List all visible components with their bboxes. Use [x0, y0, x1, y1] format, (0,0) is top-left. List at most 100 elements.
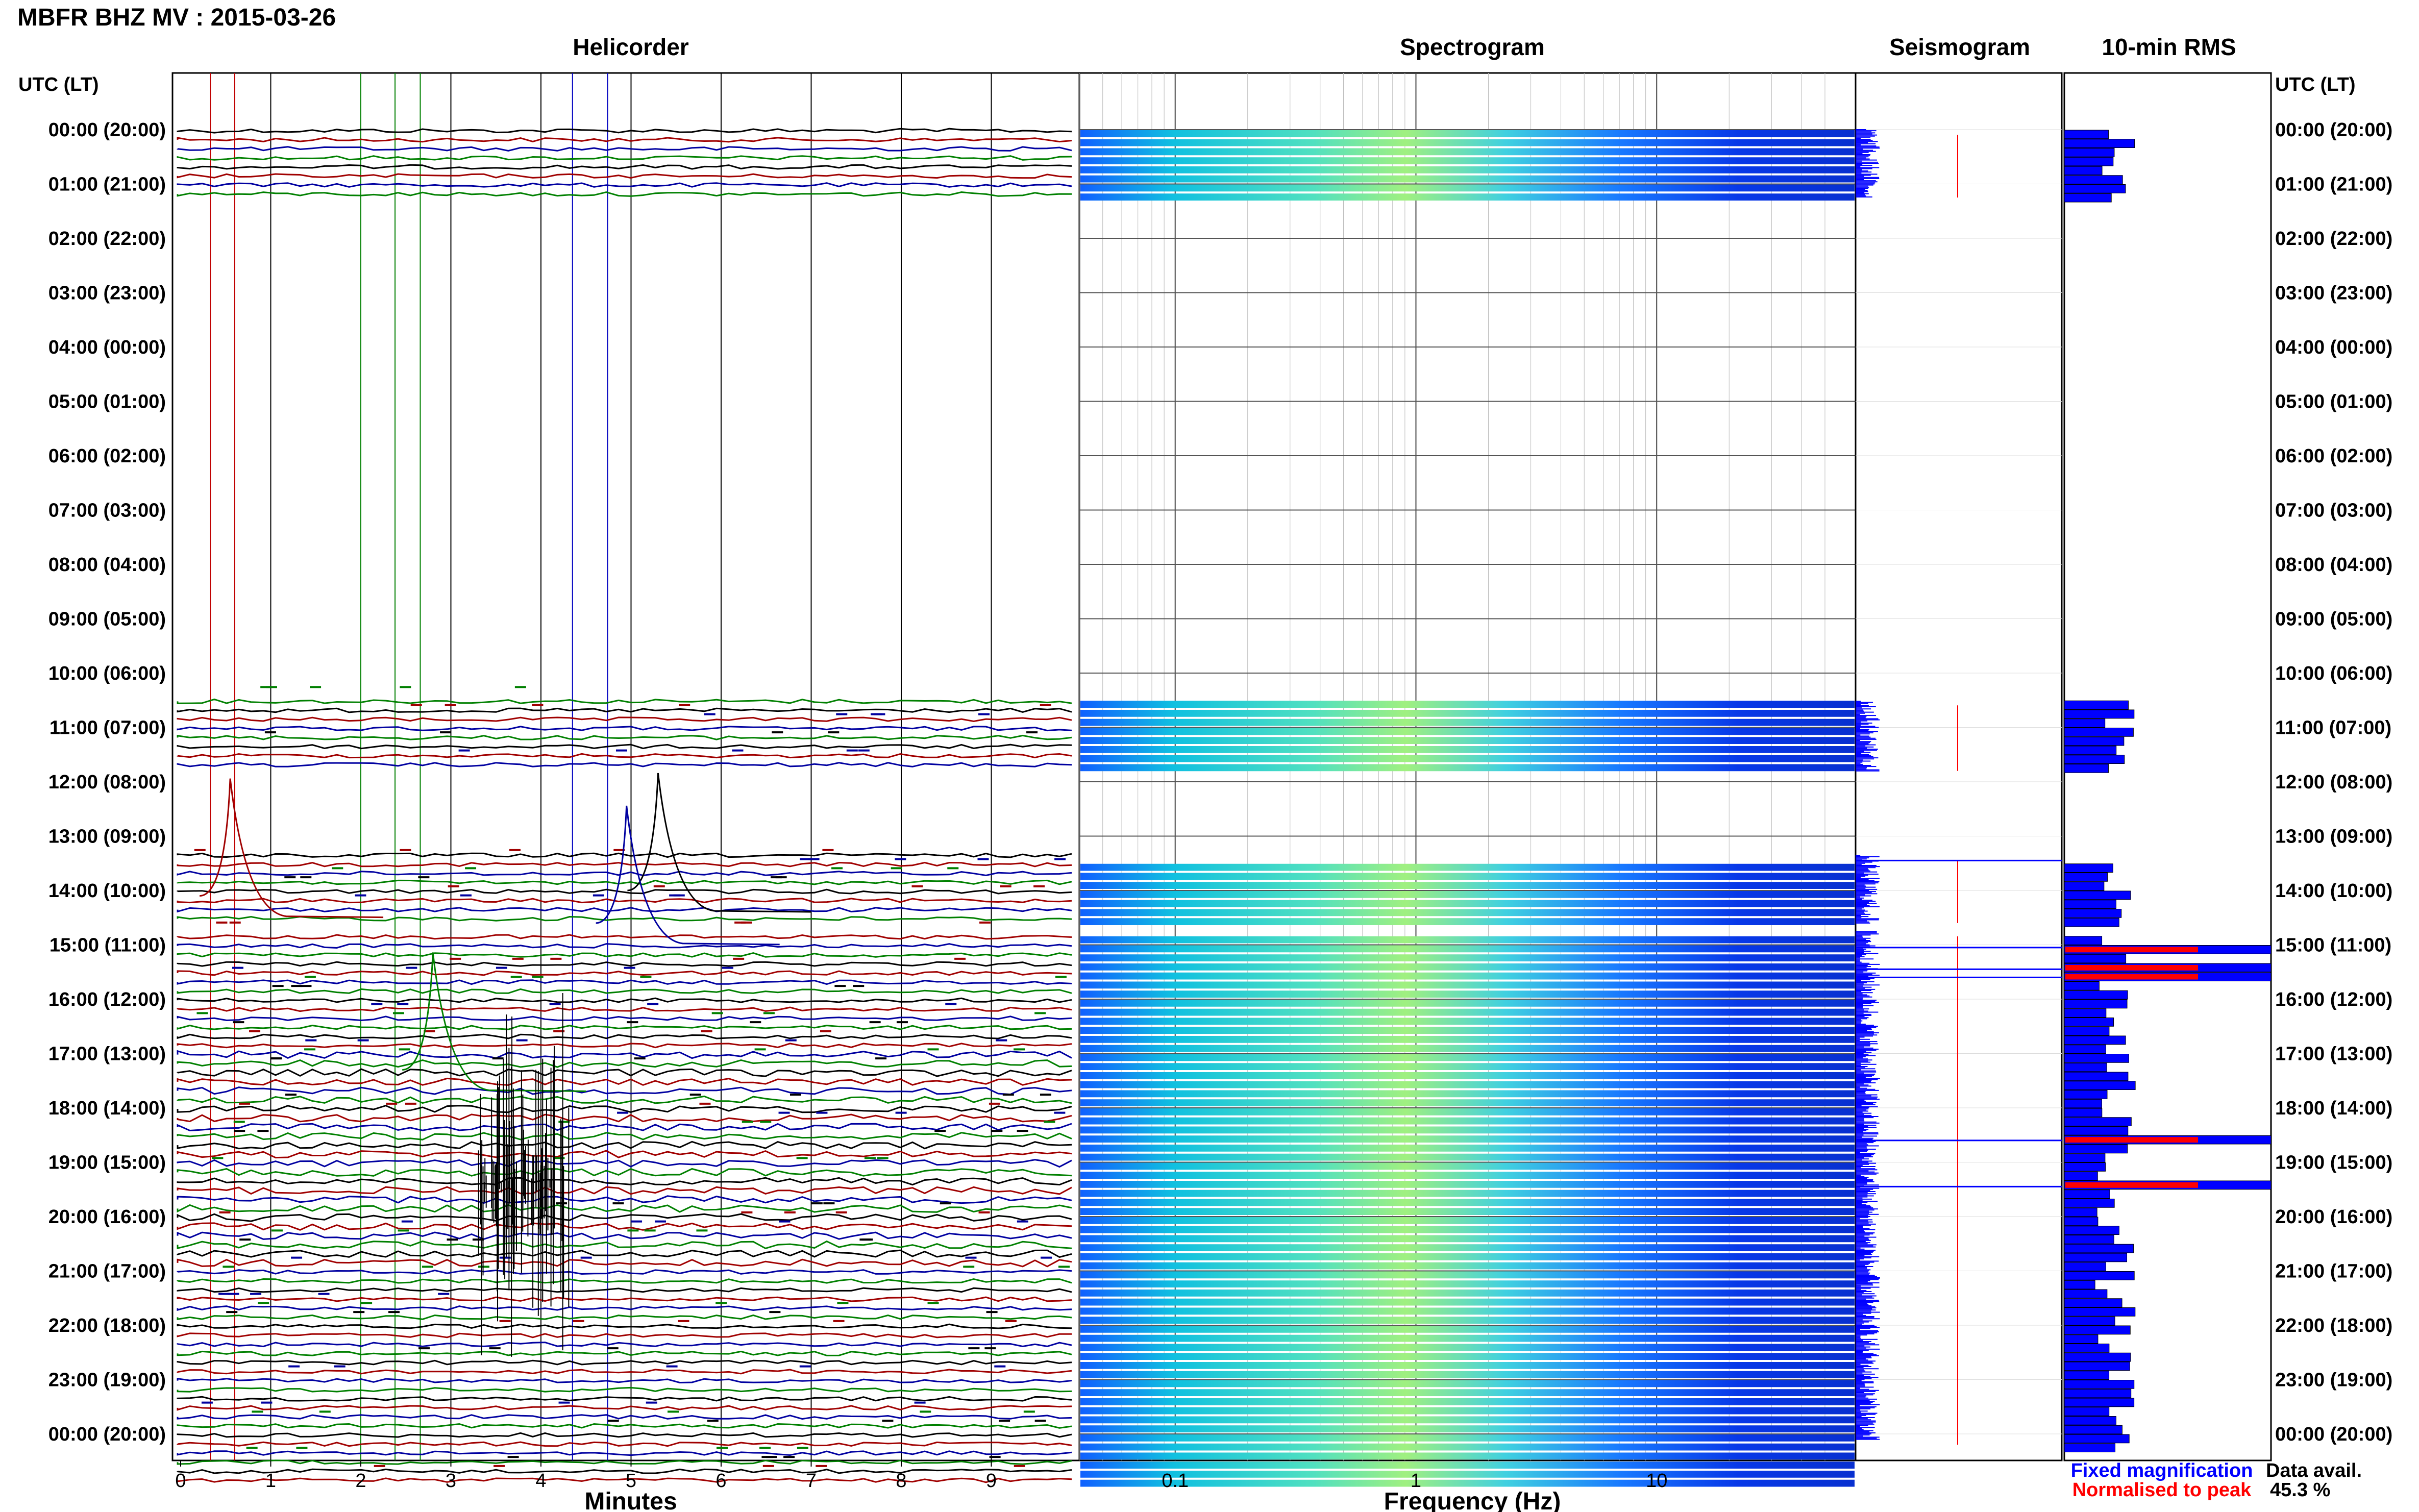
time-label-right: 00:00 (20:00): [2275, 119, 2392, 141]
spectrogram-band: [1080, 954, 1855, 961]
rms-bar: [2064, 1117, 2132, 1126]
spectrogram-band: [1080, 193, 1855, 201]
time-label-right: 02:00 (22:00): [2275, 228, 2392, 250]
spectrogram-band: [1080, 1253, 1855, 1260]
time-label-left: 12:00 (08:00): [48, 772, 166, 793]
rms-bar: [2064, 1262, 2106, 1271]
rms-bar: [2064, 1108, 2103, 1118]
spectrogram-band: [1080, 1162, 1855, 1170]
time-label-right: 18:00 (14:00): [2275, 1098, 2392, 1119]
rms-bar: [2064, 1072, 2129, 1081]
time-label-left: 19:00 (15:00): [48, 1152, 166, 1174]
rms-bar: [2064, 900, 2116, 909]
spectrogram-band: [1080, 1425, 1855, 1432]
spectrogram-band: [1080, 728, 1855, 735]
helicorder-tick-label: 7: [806, 1470, 817, 1492]
data-avail-label: Data avail.: [2266, 1460, 2362, 1481]
time-label-left: 06:00 (02:00): [48, 445, 166, 467]
figure-title: MBFR BHZ MV : 2015-03-26: [17, 4, 336, 31]
time-label-right: 08:00 (04:00): [2275, 554, 2392, 576]
axis-header-right: UTC (LT): [2275, 74, 2356, 95]
rms-bar: [2064, 709, 2135, 719]
spectrogram-band: [1080, 1208, 1855, 1215]
spectrogram-band: [1080, 175, 1855, 183]
rms-bar: [2064, 918, 2119, 927]
spectrogram-band: [1080, 1307, 1855, 1315]
spectrogram-band: [1080, 710, 1855, 717]
spectrogram-band: [1080, 1443, 1855, 1451]
helicorder-x-label: Minutes: [584, 1488, 677, 1512]
spectrogram-band: [1080, 184, 1855, 192]
spectrogram-band: [1080, 1217, 1855, 1224]
spectrogram-band: [1080, 1479, 1855, 1487]
rms-bar: [2064, 1045, 2106, 1054]
rms-bar: [2064, 1054, 2129, 1063]
time-label-right: 14:00 (10:00): [2275, 880, 2392, 902]
rms-bar: [2064, 1425, 2122, 1434]
spectrogram-band: [1080, 157, 1855, 164]
spectrogram-band: [1080, 1117, 1855, 1125]
spectrogram-band: [1080, 1362, 1855, 1369]
rms-bar: [2064, 881, 2105, 891]
spectrogram-band: [1080, 764, 1855, 772]
time-label-left: 03:00 (23:00): [48, 283, 166, 304]
rms-peak-bar: [2065, 947, 2198, 953]
rms-title: 10-min RMS: [2102, 34, 2236, 60]
spectrogram-band: [1080, 1461, 1855, 1469]
time-label-right: 00:00 (20:00): [2275, 1424, 2392, 1445]
spectrogram-band: [1080, 981, 1855, 989]
rms-bar: [2064, 1189, 2110, 1199]
axis-header-left: UTC (LT): [18, 74, 99, 95]
rms-bar: [2064, 1289, 2108, 1299]
seismic-daily-figure: MBFR BHZ MV : 2015-03-26 Helicorder Spec…: [17, 4, 2392, 1512]
spectrogram-band: [1080, 1235, 1855, 1243]
time-label-left: 09:00 (05:00): [48, 609, 166, 630]
rms-bar: [2064, 755, 2125, 764]
spectrogram-band: [1080, 1090, 1855, 1098]
spectrogram-band: [1080, 1407, 1855, 1415]
spectrogram-band: [1080, 1389, 1855, 1396]
helicorder-trace: [177, 1468, 1072, 1474]
spectrogram-band: [1080, 1416, 1855, 1424]
spectrogram-band: [1080, 1108, 1855, 1116]
rms-bar: [2064, 1361, 2130, 1371]
rms-bar: [2064, 954, 2127, 963]
time-label-right: 20:00 (16:00): [2275, 1206, 2392, 1228]
rms-bar: [2064, 1416, 2116, 1425]
rms-bar: [2064, 1407, 2110, 1416]
spectrogram-band: [1080, 166, 1855, 173]
rms-bar: [2064, 175, 2123, 184]
spectrogram-band: [1080, 1271, 1855, 1279]
helicorder-tick-label: 9: [986, 1470, 997, 1492]
rms-bar: [2064, 1026, 2110, 1036]
spectrogram-panel: [1078, 72, 1857, 1487]
time-label-left: 16:00 (12:00): [48, 989, 166, 1010]
spectrogram-band: [1080, 873, 1855, 880]
time-label-left: 05:00 (01:00): [48, 391, 166, 413]
helicorder-tick-label: 3: [446, 1470, 456, 1492]
rms-bar: [2064, 1371, 2110, 1380]
time-label-left: 01:00 (21:00): [48, 174, 166, 195]
rms-bar: [2064, 718, 2106, 728]
spectrogram-band: [1080, 1290, 1855, 1297]
time-label-left: 10:00 (06:00): [48, 663, 166, 684]
rms-bar: [2064, 1271, 2135, 1280]
rms-bar: [2064, 1199, 2115, 1208]
rms-bar: [2064, 1253, 2128, 1262]
time-label-left: 18:00 (14:00): [48, 1098, 166, 1119]
spectrogram-band: [1080, 1145, 1855, 1152]
helicorder-tick-label: 6: [715, 1470, 726, 1492]
time-label-left: 22:00 (18:00): [48, 1315, 166, 1336]
time-label-left: 00:00 (20:00): [48, 1424, 166, 1445]
rms-bar: [2064, 909, 2122, 918]
spectrogram-band: [1080, 1434, 1855, 1442]
time-label-right: 13:00 (09:00): [2275, 826, 2392, 848]
rms-bar: [2064, 736, 2125, 746]
rms-bar: [2064, 1008, 2107, 1018]
spectrogram-band: [1080, 1244, 1855, 1251]
time-label-left: 04:00 (00:00): [48, 337, 166, 358]
spectrogram-band: [1080, 139, 1855, 146]
rms-bar: [2064, 1162, 2106, 1172]
rms-bar: [2064, 1081, 2136, 1090]
time-label-right: 23:00 (19:00): [2275, 1370, 2392, 1391]
